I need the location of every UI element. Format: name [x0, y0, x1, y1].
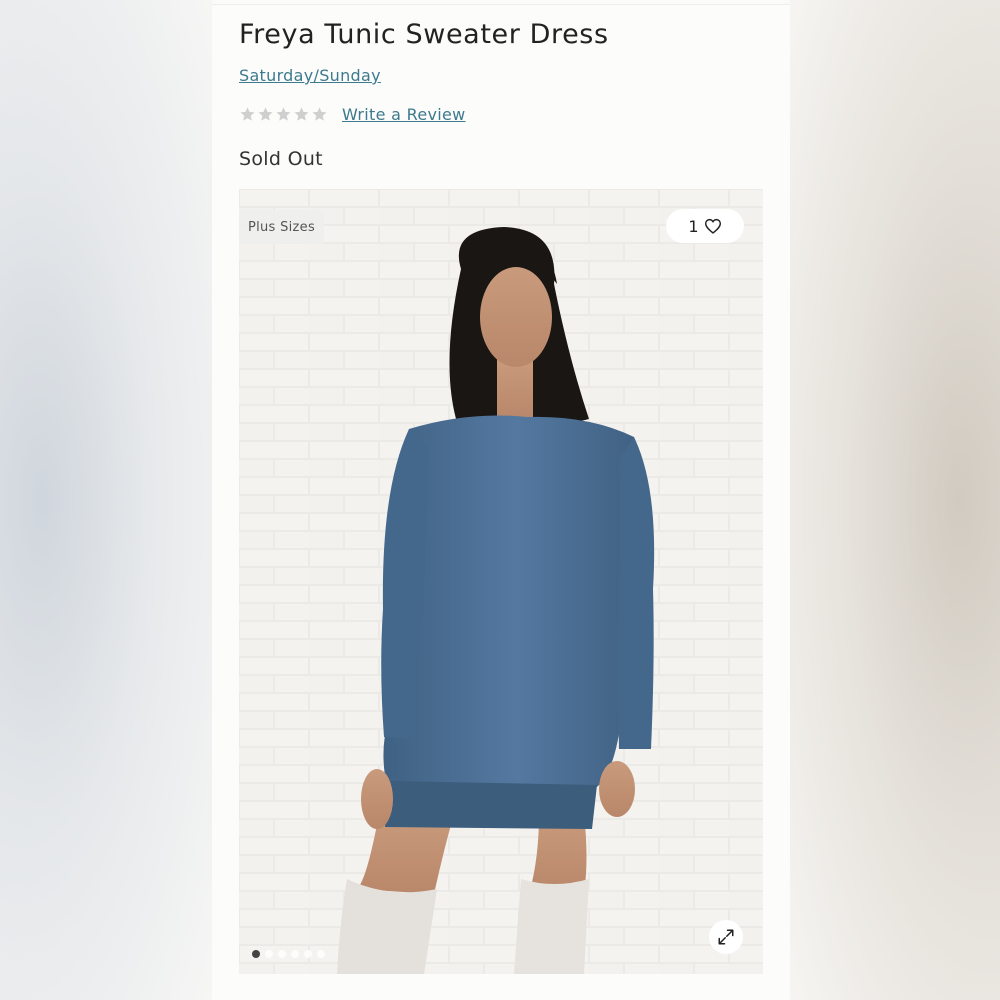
- star-icon: [258, 107, 273, 121]
- carousel-dots: [252, 950, 325, 958]
- carousel-dot[interactable]: [278, 950, 286, 958]
- write-review-link[interactable]: Write a Review: [342, 105, 466, 124]
- carousel-dot[interactable]: [317, 950, 325, 958]
- carousel-dot[interactable]: [265, 950, 273, 958]
- product-image[interactable]: Plus Sizes 1: [239, 189, 763, 974]
- star-icon: [276, 107, 291, 121]
- plus-sizes-badge: Plus Sizes: [239, 210, 324, 244]
- star-icon: [294, 107, 309, 121]
- carousel-dot[interactable]: [252, 950, 260, 958]
- stock-status: Sold Out: [239, 148, 323, 170]
- carousel-dot[interactable]: [304, 950, 312, 958]
- expand-arrows-icon: [718, 929, 734, 945]
- product-card: Freya Tunic Sweater Dress Saturday/Sunda…: [212, 4, 790, 1000]
- expand-image-button[interactable]: [709, 920, 743, 954]
- background-left: [0, 0, 212, 1000]
- like-button[interactable]: 1: [666, 209, 744, 243]
- rating-stars: [239, 106, 328, 122]
- product-title: Freya Tunic Sweater Dress: [239, 19, 609, 50]
- heart-icon: [704, 218, 721, 234]
- carousel-dot[interactable]: [291, 950, 299, 958]
- model-photo: [239, 189, 763, 974]
- star-icon: [312, 107, 327, 121]
- rating-row: Write a Review: [239, 103, 466, 125]
- star-icon: [240, 107, 255, 121]
- like-count: 1: [688, 216, 699, 236]
- background-right: [790, 0, 1000, 1000]
- brand-link[interactable]: Saturday/Sunday: [239, 66, 381, 85]
